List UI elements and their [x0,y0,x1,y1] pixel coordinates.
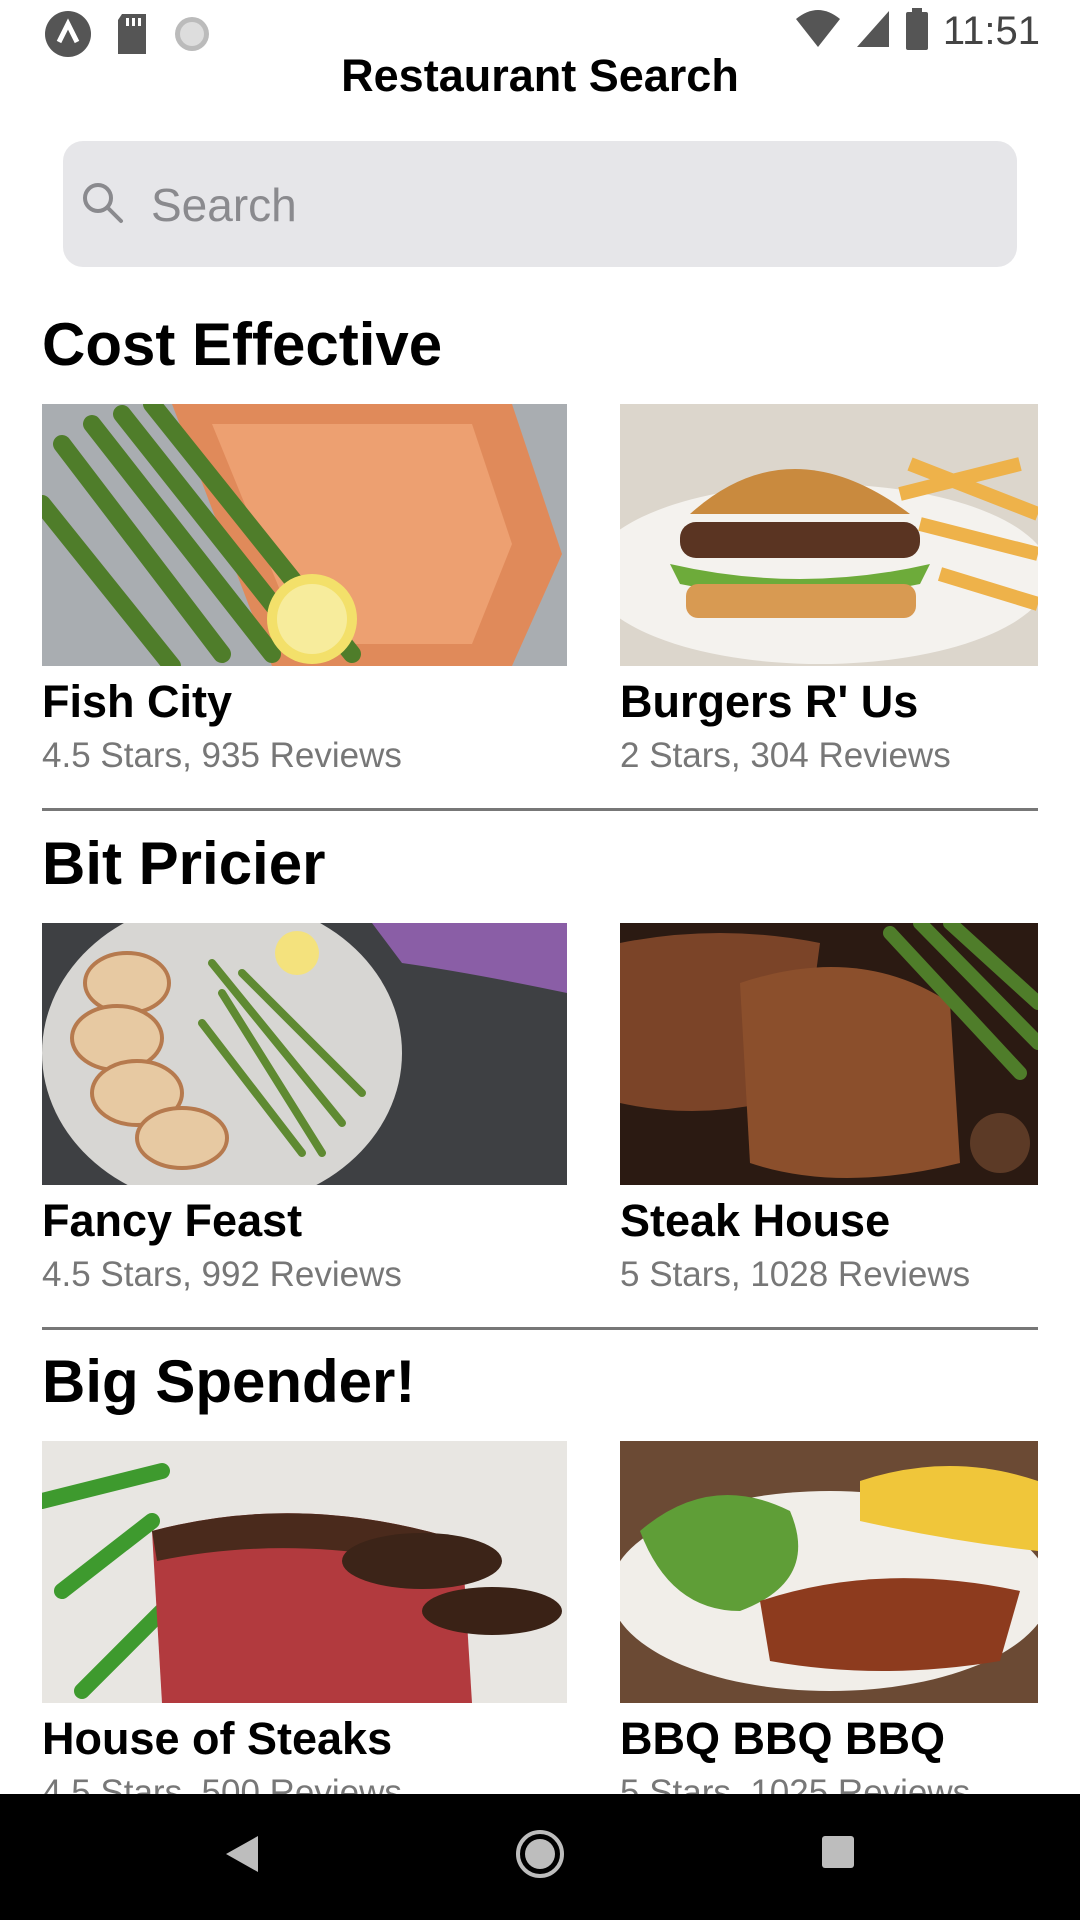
restaurant-card-bbq-bbq-bbq[interactable]: BBQ BBQ BBQ 5 Stars, 1025 Reviews [620,1441,1038,1813]
navigation-bar [0,1794,1080,1920]
restaurant-rating: 5 Stars, 1028 Reviews [620,1255,971,1294]
grilled-steaks-photo [620,923,1038,1185]
restaurant-name: BBQ BBQ BBQ [620,1713,945,1764]
restaurant-name: House of Steaks [42,1713,393,1764]
section-divider [42,808,1038,811]
restaurant-card-steak-house[interactable]: Steak House 5 Stars, 1028 Reviews [620,923,1038,1295]
stuffed-chicken-green-beans-photo [42,923,567,1185]
restaurant-name: Burgers R' Us [620,676,919,727]
section-divider [42,1327,1038,1330]
section-title: Bit Pricier [42,830,326,897]
restaurant-name: Fancy Feast [42,1195,303,1246]
status-time: 11:51 [942,9,1040,53]
section-title: Big Spender! [42,1348,416,1415]
battery-icon [905,8,929,55]
restaurant-card-house-of-steaks[interactable]: House of Steaks 4.5 Stars, 500 Reviews [42,1441,567,1813]
restaurant-name: Fish City [42,676,233,727]
wifi-icon [795,9,841,54]
home-icon[interactable] [514,1828,566,1885]
steak-mushrooms-photo [42,1441,567,1703]
restaurant-rating: 4.5 Stars, 935 Reviews [42,736,402,775]
salmon-asparagus-photo [42,404,567,666]
search-input[interactable] [149,165,993,245]
page-title: Restaurant Search [341,50,739,101]
restaurant-card-fancy-feast[interactable]: Fancy Feast 4.5 Stars, 992 Reviews [42,923,567,1295]
bbq-corn-salad-photo [620,1441,1038,1703]
burger-fries-photo [620,404,1038,666]
search-icon [81,181,125,230]
restaurant-rating: 4.5 Stars, 992 Reviews [42,1255,402,1294]
restaurant-card-fish-city[interactable]: Fish City 4.5 Stars, 935 Reviews [42,404,567,776]
signal-icon [855,9,891,54]
back-icon[interactable] [222,1832,262,1881]
restaurant-card-burgers-r-us[interactable]: Burgers R' Us 2 Stars, 304 Reviews [620,404,1038,776]
recents-icon[interactable] [818,1832,858,1877]
search-bar[interactable] [63,141,1017,267]
section-title: Cost Effective [42,311,443,378]
restaurant-name: Steak House [620,1195,891,1246]
restaurant-rating: 2 Stars, 304 Reviews [620,736,951,775]
